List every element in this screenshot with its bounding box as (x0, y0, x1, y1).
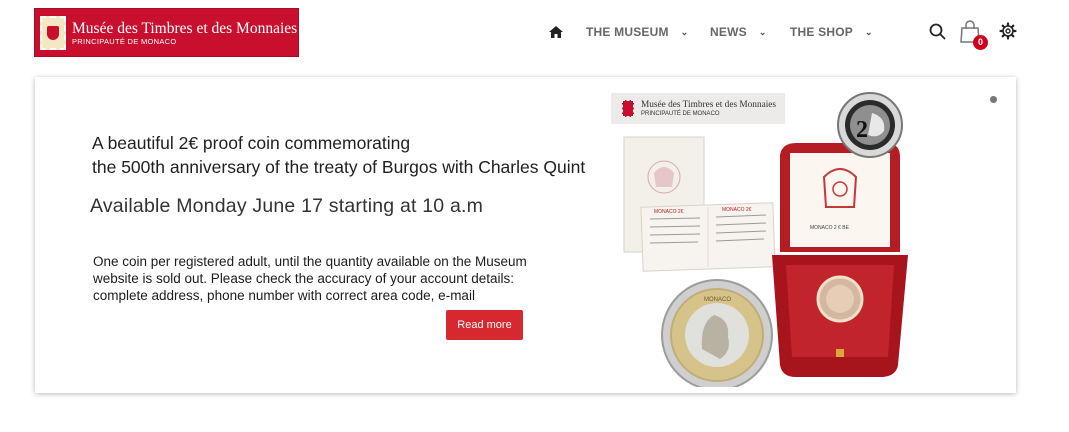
home-icon (549, 26, 563, 38)
image-logo-subtitle: PRINCIPAUTÉ DE MONACO (641, 110, 720, 117)
purchase-note: One coin per registered adult, until the… (93, 254, 527, 303)
nav-item-label: NEWS (710, 25, 747, 39)
logo-subtitle: PRINCIPAUTÉ DE MONACO (72, 36, 177, 46)
promo-banner: A beautiful 2€ proof coin commemorating … (35, 77, 1016, 393)
nav-item-label: THE MUSEUM (586, 25, 669, 39)
stamp-emblem-icon (622, 100, 634, 117)
coin-face-value: 2 (856, 117, 868, 143)
nav-item-museum[interactable]: THE MUSEUM ⌄ (586, 24, 688, 40)
chevron-down-icon: ⌄ (864, 26, 873, 37)
svg-text:MONACO: MONACO (704, 297, 731, 303)
slider-dot[interactable] (990, 96, 997, 103)
settings-button[interactable] (999, 22, 1019, 42)
availability-text: Available Monday June 17 starting at 10 … (90, 195, 484, 217)
headline-line-1: A beautiful 2€ proof coin commemorating (92, 133, 411, 153)
chevron-down-icon: ⌄ (680, 26, 689, 37)
chevron-down-icon: ⌄ (758, 26, 767, 37)
product-image: MONACO 2€ MONACO 2€ MONACO 2 € BE MONACO (610, 87, 910, 391)
gear-icon (999, 22, 1017, 40)
search-button[interactable] (928, 22, 948, 42)
logo-title: Musée des Timbres et des Monnaies (72, 19, 298, 37)
image-logo-title: Musée des Timbres et des Monnaies (641, 99, 777, 110)
banner-headline: A beautiful 2€ proof coin commemorating … (92, 131, 585, 179)
coin-set-illustration: MONACO 2€ MONACO 2€ MONACO 2 € BE MONACO (623, 92, 908, 391)
nav-item-label: THE SHOP (790, 25, 853, 39)
image-logo: Musée des Timbres et des Monnaies PRINCI… (611, 93, 785, 124)
stamp-emblem-icon (40, 15, 66, 50)
headline-line-2: the 500th anniversary of the treaty of B… (92, 157, 586, 177)
site-logo[interactable]: Musée des Timbres et des Monnaies PRINCI… (34, 8, 299, 57)
svg-text:MONACO 2 € BE: MONACO 2 € BE (810, 225, 850, 231)
svg-text:MONACO 2€: MONACO 2€ (722, 207, 752, 213)
nav-home[interactable] (549, 24, 563, 40)
svg-text:MONACO 2€: MONACO 2€ (654, 209, 684, 215)
nav-item-news[interactable]: NEWS ⌄ (710, 24, 767, 40)
nav-item-shop[interactable]: THE SHOP ⌄ (790, 24, 873, 40)
read-more-button[interactable]: Read more (446, 310, 523, 340)
search-icon (929, 23, 946, 40)
cart-count-badge: 0 (973, 35, 988, 50)
